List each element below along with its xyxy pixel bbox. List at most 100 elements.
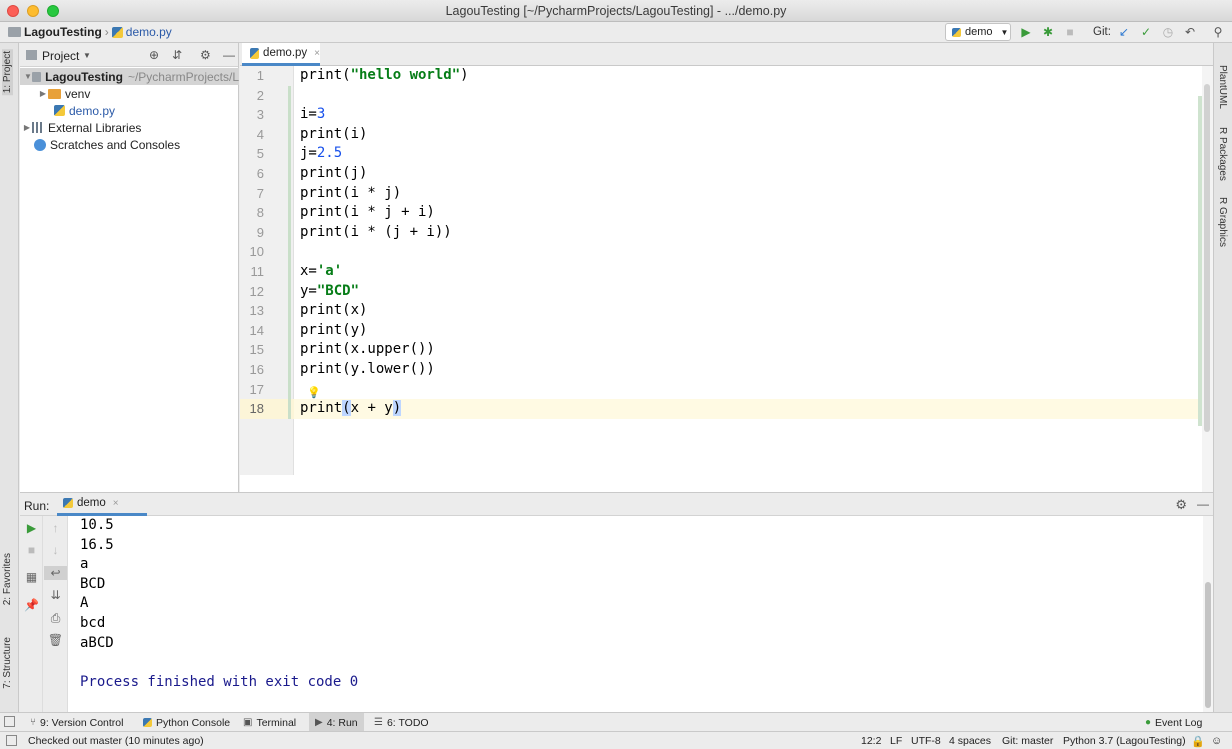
tab-python-console[interactable]: Python Console (137, 713, 236, 732)
tree-item-external-libraries[interactable]: ▶ External Libraries (20, 119, 141, 136)
close-icon[interactable]: × (113, 498, 119, 509)
process-finished-line: Process finished with exit code 0 (80, 673, 359, 690)
git-history-icon[interactable]: ◷ (1161, 25, 1175, 39)
code-line-12[interactable]: y="BCD" (300, 282, 359, 302)
code-line-9[interactable]: print(i * (j + i)) (300, 223, 452, 243)
scroll-to-end-icon[interactable]: ⇊ (44, 588, 67, 602)
indent-setting[interactable]: 4 spaces (949, 735, 991, 747)
tab-todo[interactable]: ☰ 6: TODO (368, 713, 435, 732)
scrollbar-thumb[interactable] (1205, 582, 1211, 708)
inspector-icon[interactable]: ☺ (1211, 735, 1222, 747)
code-line-5[interactable]: j=2.5 (300, 144, 342, 164)
chevron-down-icon: ▼ (1000, 27, 1009, 37)
folder-icon (8, 27, 21, 37)
git-commit-icon[interactable]: ✓ (1139, 25, 1153, 39)
code-line-18[interactable]: print(x + y) (300, 399, 402, 419)
search-everywhere-icon[interactable]: ⚲ (1211, 25, 1225, 39)
code-line-4[interactable]: print(i) (300, 125, 367, 145)
arrow-down-icon[interactable]: ↓ (44, 543, 67, 557)
tab-version-control[interactable]: ⑂ 9: Version Control (24, 713, 129, 732)
status-message[interactable]: Checked out master (10 minutes ago) (28, 735, 204, 747)
restore-layout-icon[interactable]: ▦ (20, 570, 43, 584)
run-toolbar-primary: ▶ ■ ▦ 📌 (20, 516, 43, 712)
rerun-icon[interactable]: ▶ (20, 521, 43, 535)
trash-icon[interactable]: 🗑 (44, 633, 67, 647)
breadcrumb-project[interactable]: LagouTesting (24, 25, 102, 39)
lock-icon[interactable]: 🔒 (1191, 735, 1205, 748)
code-line-14[interactable]: print(y) (300, 321, 367, 341)
locate-icon[interactable]: ⊕ (149, 48, 159, 62)
tab-structure[interactable]: 7: Structure (2, 637, 13, 689)
run-tab-label: demo (77, 497, 106, 509)
stop-icon[interactable]: ■ (20, 543, 43, 557)
run-tab-demo[interactable]: demo × (57, 493, 147, 516)
code-line-16[interactable]: print(y.lower()) (300, 360, 435, 380)
print-icon[interactable]: ⎙ (44, 611, 67, 626)
gear-icon[interactable]: ⚙ (200, 48, 211, 62)
stop-icon[interactable]: ■ (1063, 25, 1077, 39)
code-line-8[interactable]: print(i * j + i) (300, 203, 435, 223)
collapse-all-icon[interactable]: ⇵ (172, 48, 182, 62)
tab-project[interactable]: 1: Project (2, 49, 13, 96)
lightbulb-icon[interactable]: 💡 (307, 386, 321, 399)
run-console-output[interactable]: 10.5 16.5 a BCD A bcd aBCD Process finis… (68, 516, 1213, 712)
tab-favorites[interactable]: 2: Favorites (2, 553, 13, 605)
close-icon[interactable]: × (314, 48, 320, 59)
hide-icon[interactable]: — (223, 48, 235, 62)
pin-icon[interactable]: 📌 (20, 598, 43, 612)
toggle-tool-windows-icon[interactable] (4, 716, 15, 727)
git-update-icon[interactable]: ↙ (1117, 25, 1131, 39)
tab-terminal[interactable]: ▣ Terminal (237, 713, 302, 732)
folder-icon (48, 88, 61, 99)
console-scrollbar[interactable] (1203, 516, 1213, 712)
line-number: 2 (256, 87, 264, 103)
run-icon[interactable]: ▶ (1019, 25, 1033, 39)
arrow-up-icon[interactable]: ↑ (44, 521, 67, 535)
soft-wrap-icon[interactable]: ↩ (44, 566, 67, 580)
code-line-3[interactable]: i=3 (300, 105, 325, 125)
editor-scrollbar[interactable] (1202, 66, 1213, 492)
hide-icon[interactable]: — (1197, 497, 1209, 511)
git-branch[interactable]: Git: master (1002, 735, 1053, 747)
collapsed-arrow-icon[interactable]: ▶ (22, 123, 32, 132)
run-toolbar-secondary: ↑ ↓ ↩ ⇊ ⎙ 🗑 (44, 516, 68, 712)
code-line-13[interactable]: print(x) (300, 301, 367, 321)
project-view-title[interactable]: Project (42, 49, 79, 63)
tab-plantuml[interactable]: PlantUML (1217, 65, 1228, 109)
navigation-bar: LagouTesting › demo.py demo ▼ ▶ ✱ ■ Git:… (0, 22, 1232, 43)
run-configuration-selector[interactable]: demo ▼ (945, 23, 1011, 41)
run-config-label: demo (965, 26, 993, 38)
python-file-icon (111, 26, 123, 38)
code-editor[interactable]: 1 2 3 4 5 6 7 8 9 10 11 12 13 14 15 16 1… (240, 66, 1213, 492)
code-line-15[interactable]: print(x.upper()) (300, 340, 435, 360)
caret-position[interactable]: 12:2 (861, 735, 881, 747)
scrollbar-thumb[interactable] (1204, 84, 1210, 432)
breadcrumb-file[interactable]: demo.py (126, 25, 172, 39)
tree-item-scratches[interactable]: Scratches and Consoles (20, 136, 180, 153)
code-line-7[interactable]: print(i * j) (300, 184, 401, 204)
python-interpreter[interactable]: Python 3.7 (LagouTesting) (1063, 735, 1186, 747)
git-rollback-icon[interactable]: ↶ (1183, 25, 1197, 39)
left-tool-stripe: 1: Project 2: Favorites 7: Structure (0, 43, 19, 712)
debug-icon[interactable]: ✱ (1041, 25, 1055, 39)
code-line-6[interactable]: print(j) (300, 164, 367, 184)
code-line-1[interactable]: print("hello world") (300, 66, 469, 86)
tab-run[interactable]: ▶ 4: Run (309, 713, 364, 732)
tab-r-graphics[interactable]: R Graphics (1217, 197, 1228, 247)
editor-tab-demo-py[interactable]: demo.py × (242, 43, 320, 66)
line-number: 17 (249, 381, 264, 397)
status-toggle-icon[interactable] (6, 735, 17, 746)
code-line-11[interactable]: x='a' (300, 262, 342, 282)
chevron-down-icon[interactable]: ▼ (83, 51, 91, 60)
tree-item-venv[interactable]: ▶ venv (20, 85, 90, 102)
tab-r-packages[interactable]: R Packages (1217, 127, 1228, 181)
line-separator[interactable]: LF (890, 735, 902, 747)
file-encoding[interactable]: UTF-8 (911, 735, 941, 747)
expanded-arrow-icon[interactable]: ▼ (24, 72, 32, 81)
tree-item-demo-py[interactable]: demo.py (20, 102, 115, 119)
tab-event-log[interactable]: ● Event Log (1139, 713, 1208, 732)
tree-item-root[interactable]: ▼ LagouTesting ~/PycharmProjects/L (20, 68, 239, 85)
gear-icon[interactable]: ⚙ (1175, 497, 1187, 513)
line-number: 3 (256, 107, 264, 123)
collapsed-arrow-icon[interactable]: ▶ (38, 89, 48, 98)
